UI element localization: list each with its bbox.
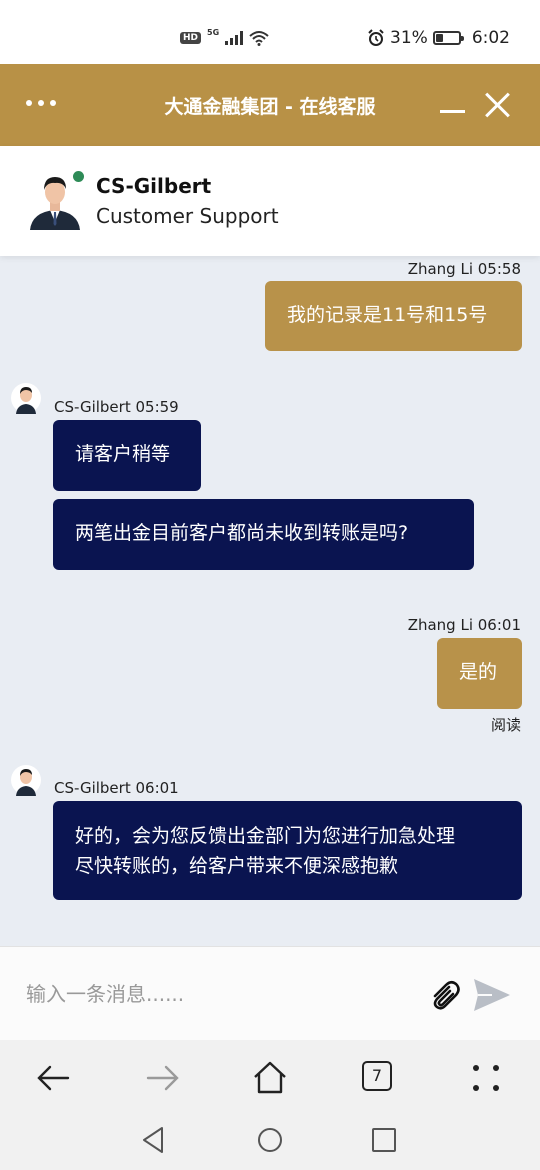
message-bubble: 好的，会为您反馈出金部门为您进行加急处理 尽快转账的，给客户带来不便深感抱歉: [53, 801, 522, 900]
message-line: 好的，会为您反馈出金部门为您进行加急处理: [75, 825, 456, 847]
agent-avatar-small: [11, 383, 41, 414]
message-input[interactable]: [24, 975, 408, 1013]
message-sender: CS-Gilbert 06:01: [54, 779, 179, 797]
chat-area[interactable]: Zhang Li 05:58 我的记录是11号和15号 CS-Gilbert 0…: [0, 256, 540, 946]
read-receipt: 阅读: [490, 716, 521, 734]
chat-header: 大通金融集团 - 在线客服: [0, 64, 540, 146]
page-title: 大通金融集团 - 在线客服: [164, 96, 376, 118]
message-composer: [0, 946, 540, 1041]
status-right: 31% 6:02: [367, 28, 510, 48]
agent-avatar: [30, 177, 80, 230]
system-recents-icon[interactable]: [368, 1124, 400, 1156]
online-status-dot: [73, 171, 84, 182]
message-sender: Zhang Li 06:01: [407, 616, 521, 634]
message-bubble: 我的记录是11号和15号: [265, 281, 522, 351]
message-bubble: 两笔出金目前客户都尚未收到转账是吗?: [53, 499, 474, 570]
status-bar: HD 5G 31% 6:02: [0, 0, 540, 64]
hd-badge: HD: [180, 32, 202, 44]
alarm-icon: [368, 29, 384, 46]
message-bubble: 请客户稍等: [53, 420, 201, 491]
battery-icon: [432, 31, 464, 45]
network-type: 5G: [207, 27, 220, 37]
minimize-icon[interactable]: [440, 110, 465, 113]
more-icon[interactable]: [466, 1058, 506, 1098]
agent-role: Customer Support: [96, 204, 279, 228]
system-back-icon[interactable]: [138, 1124, 170, 1156]
message-line: 尽快转账的，给客户带来不便深感抱歉: [75, 855, 399, 877]
signal-icon: [225, 31, 244, 45]
message-bubble: 是的: [437, 638, 522, 709]
back-arrow-icon[interactable]: [34, 1058, 74, 1098]
tab-count-button[interactable]: 7: [362, 1061, 392, 1091]
agent-panel: CS-Gilbert Customer Support: [0, 146, 540, 256]
status-left: HD 5G: [180, 27, 269, 46]
send-icon[interactable]: [472, 977, 512, 1013]
system-home-icon[interactable]: [254, 1124, 286, 1156]
close-icon[interactable]: [484, 92, 510, 118]
wifi-icon: [249, 31, 269, 46]
forward-arrow-icon[interactable]: [142, 1058, 182, 1098]
agent-name: CS-Gilbert: [96, 174, 212, 198]
attachment-icon[interactable]: [426, 977, 462, 1013]
message-sender: Zhang Li 05:58: [407, 260, 521, 278]
agent-avatar-small: [11, 765, 41, 796]
home-icon[interactable]: [250, 1058, 290, 1098]
clock: 6:02: [471, 28, 510, 48]
battery-percent: 31%: [390, 28, 428, 48]
message-sender: CS-Gilbert 05:59: [54, 398, 179, 416]
